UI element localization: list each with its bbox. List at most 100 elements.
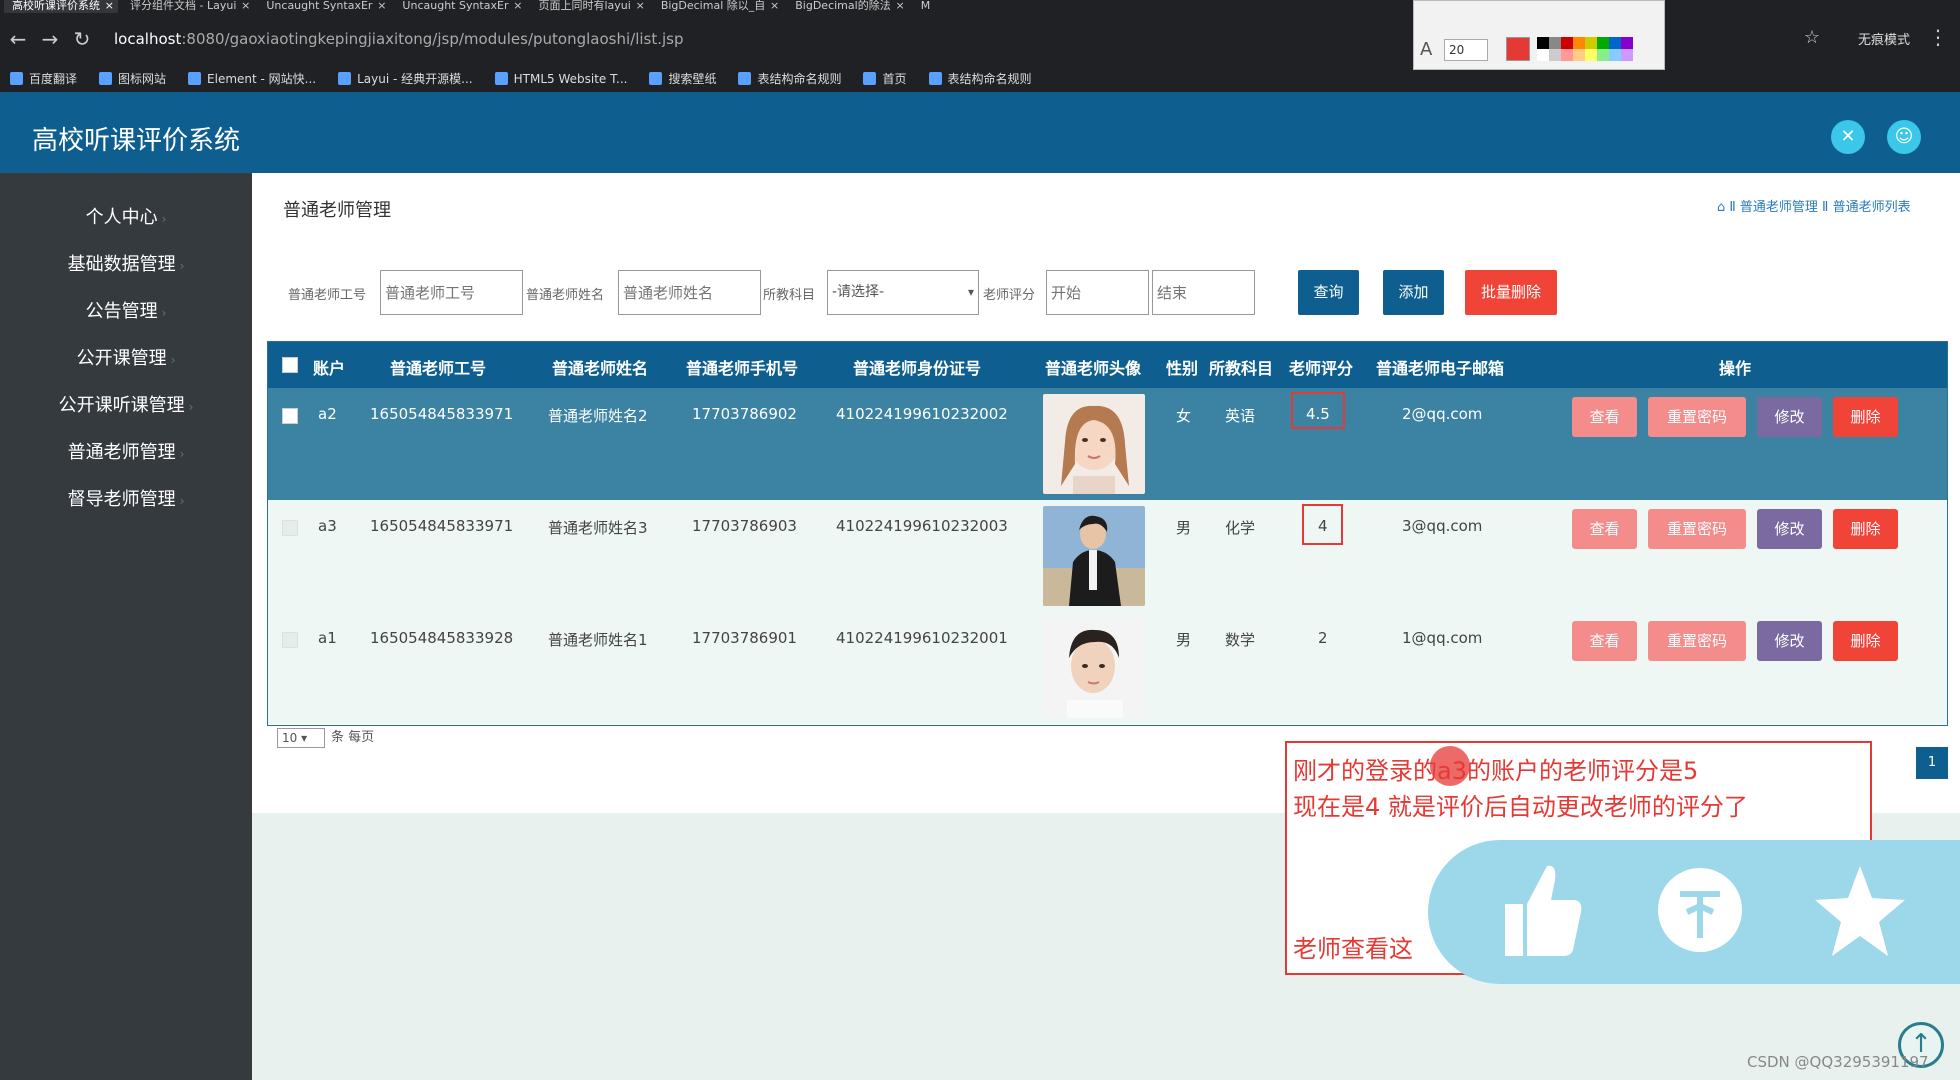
page-number-button[interactable]: 1 — [1916, 747, 1948, 779]
cell-phone: 17703786901 — [692, 629, 797, 647]
bookmark-item[interactable]: 图标网站 — [99, 70, 166, 87]
fullscreen-icon[interactable]: ✕ — [1831, 120, 1865, 154]
url-field[interactable]: localhost:8080/gaoxiaotingkepingjiaxiton… — [114, 30, 684, 48]
table-row[interactable]: a3 165054845833971 普通老师姓名3 17703786903 4… — [268, 500, 1947, 612]
sidebar-item-notice[interactable]: 公告管理 › — [0, 298, 252, 326]
sidebar-item-open-class[interactable]: 公开课管理 › — [0, 345, 252, 373]
bookmark-item[interactable]: 首页 — [863, 70, 907, 87]
bookmark-item[interactable]: 百度翻译 — [10, 70, 77, 87]
breadcrumb-text[interactable]: Ⅱ 普通老师管理 Ⅱ 普通老师列表 — [1729, 200, 1910, 215]
delete-button[interactable]: 删除 — [1833, 621, 1898, 661]
tab-label: BigDecimal的除法 — [795, 0, 891, 12]
bookmark-label: 首页 — [882, 72, 907, 86]
column-header: 老师评分 — [1289, 359, 1354, 378]
coin-icon[interactable] — [1650, 860, 1750, 979]
batch-delete-button[interactable]: 批量删除 — [1465, 270, 1557, 315]
delete-button[interactable]: 删除 — [1833, 509, 1898, 549]
view-button[interactable]: 查看 — [1572, 509, 1637, 549]
close-icon[interactable]: × — [895, 0, 904, 12]
chevron-icon: › — [161, 306, 167, 320]
teacher-name-label: 普通老师姓名 — [526, 288, 605, 303]
row-checkbox[interactable] — [282, 632, 298, 648]
home-icon[interactable]: ⌂ — [1717, 200, 1729, 215]
active-color-swatch[interactable] — [1506, 37, 1530, 61]
sidebar-item-label: 公告管理 — [85, 301, 158, 322]
browser-tab[interactable]: Uncaught SyntaxEr × — [394, 0, 526, 13]
edit-button[interactable]: 修改 — [1757, 621, 1822, 661]
bookmark-icon — [99, 72, 113, 85]
browser-tab[interactable]: 页面上同时有layui × — [530, 0, 648, 13]
cell-gender: 女 — [1176, 407, 1192, 425]
browser-tab[interactable]: 评分组件文档 - Layui × — [122, 0, 254, 13]
table-row[interactable]: a1 165054845833928 普通老师姓名1 17703786901 4… — [268, 612, 1947, 724]
tab-label: 评分组件文档 - Layui — [130, 0, 237, 12]
user-avatar-icon[interactable]: ☺ — [1887, 120, 1921, 154]
view-button[interactable]: 查看 — [1572, 397, 1637, 437]
reset-password-button[interactable]: 重置密码 — [1648, 621, 1746, 661]
row-checkbox[interactable] — [282, 408, 298, 424]
add-button[interactable]: 添加 — [1383, 270, 1444, 315]
bookmark-item[interactable]: 表结构命名规则 — [928, 70, 1032, 87]
close-icon[interactable]: × — [513, 0, 522, 12]
page-size-select[interactable]: 10 ▾ — [277, 727, 325, 748]
delete-button[interactable]: 删除 — [1833, 397, 1898, 437]
sidebar-item-supervisor[interactable]: 督导老师管理 › — [0, 486, 252, 514]
select-all-checkbox[interactable] — [282, 357, 298, 373]
close-icon[interactable]: × — [770, 0, 779, 12]
reaction-overlay — [1428, 840, 1960, 984]
sidebar-item-open-class-listen[interactable]: 公开课听课管理 › — [0, 392, 252, 420]
chevron-icon: › — [188, 400, 194, 414]
bookmark-icon — [863, 72, 877, 85]
column-header: 普通老师姓名 — [552, 359, 649, 378]
thumbs-up-icon[interactable] — [1490, 860, 1590, 979]
bookmark-item[interactable]: Layui - 经典开源模... — [338, 70, 473, 87]
bookmark-item[interactable]: 搜索壁纸 — [649, 70, 716, 87]
bookmark-item[interactable]: HTML5 Website T... — [494, 71, 627, 86]
view-button[interactable]: 查看 — [1572, 621, 1637, 661]
browser-tab[interactable]: Uncaught SyntaxEr × — [258, 0, 390, 13]
table-row[interactable]: a2 165054845833971 普通老师姓名2 17703786902 4… — [268, 388, 1947, 500]
cell-idcard: 410224199610232003 — [836, 517, 1008, 535]
sidebar-item-personal-center[interactable]: 个人中心 › — [0, 204, 252, 232]
cell-rating: 4 — [1318, 517, 1328, 535]
back-icon[interactable]: ← — [8, 27, 28, 51]
star-icon[interactable] — [1810, 860, 1910, 979]
sidebar-item-basic-data[interactable]: 基础数据管理 › — [0, 251, 252, 279]
subject-select[interactable]: -请选择- ▾ — [827, 270, 979, 315]
browser-tab[interactable]: BigDecimal的除法 × — [787, 0, 908, 13]
row-checkbox[interactable] — [282, 520, 298, 536]
close-icon[interactable]: × — [241, 0, 250, 12]
sidebar-item-teacher[interactable]: 普通老师管理 › — [0, 439, 252, 467]
browser-tab[interactable]: M — [913, 0, 949, 13]
cell-rating: 2 — [1318, 629, 1328, 647]
color-palette[interactable] — [1537, 37, 1633, 61]
browser-tab[interactable]: BigDecimal 除以_自 × — [653, 0, 783, 13]
search-button[interactable]: 查询 — [1298, 270, 1359, 315]
chevron-down-icon: ▾ — [967, 285, 974, 299]
font-size-select[interactable]: 20 — [1444, 39, 1488, 61]
close-icon[interactable]: × — [105, 0, 114, 12]
text-tool-icon[interactable]: A — [1420, 39, 1432, 60]
edit-button[interactable]: 修改 — [1757, 509, 1822, 549]
app-title: 高校听课评价系统 — [32, 126, 241, 156]
teacher-name-input[interactable] — [618, 270, 761, 315]
column-header: 普通老师手机号 — [686, 359, 799, 378]
edit-button[interactable]: 修改 — [1757, 397, 1822, 437]
rating-end-input[interactable] — [1152, 270, 1255, 315]
menu-icon[interactable]: ⋮ — [1928, 25, 1948, 49]
forward-icon[interactable]: → — [40, 27, 60, 51]
close-icon[interactable]: × — [377, 0, 386, 12]
bookmark-label: 表结构命名规则 — [757, 72, 842, 86]
reset-password-button[interactable]: 重置密码 — [1648, 397, 1746, 437]
rating-start-input[interactable] — [1046, 270, 1149, 315]
reload-icon[interactable]: ↻ — [72, 27, 92, 51]
close-icon[interactable]: × — [636, 0, 645, 12]
reset-password-button[interactable]: 重置密码 — [1648, 509, 1746, 549]
bookmark-item[interactable]: Element - 网站快... — [188, 70, 316, 87]
bookmark-item[interactable]: 表结构命名规则 — [738, 70, 841, 87]
browser-tab[interactable]: 高校听课评价系统 × — [4, 0, 118, 13]
teacher-id-input[interactable] — [380, 270, 523, 315]
bookmark-star-icon[interactable]: ☆ — [1804, 27, 1820, 48]
cell-account: a3 — [318, 517, 337, 535]
teacher-avatar — [1043, 394, 1145, 494]
